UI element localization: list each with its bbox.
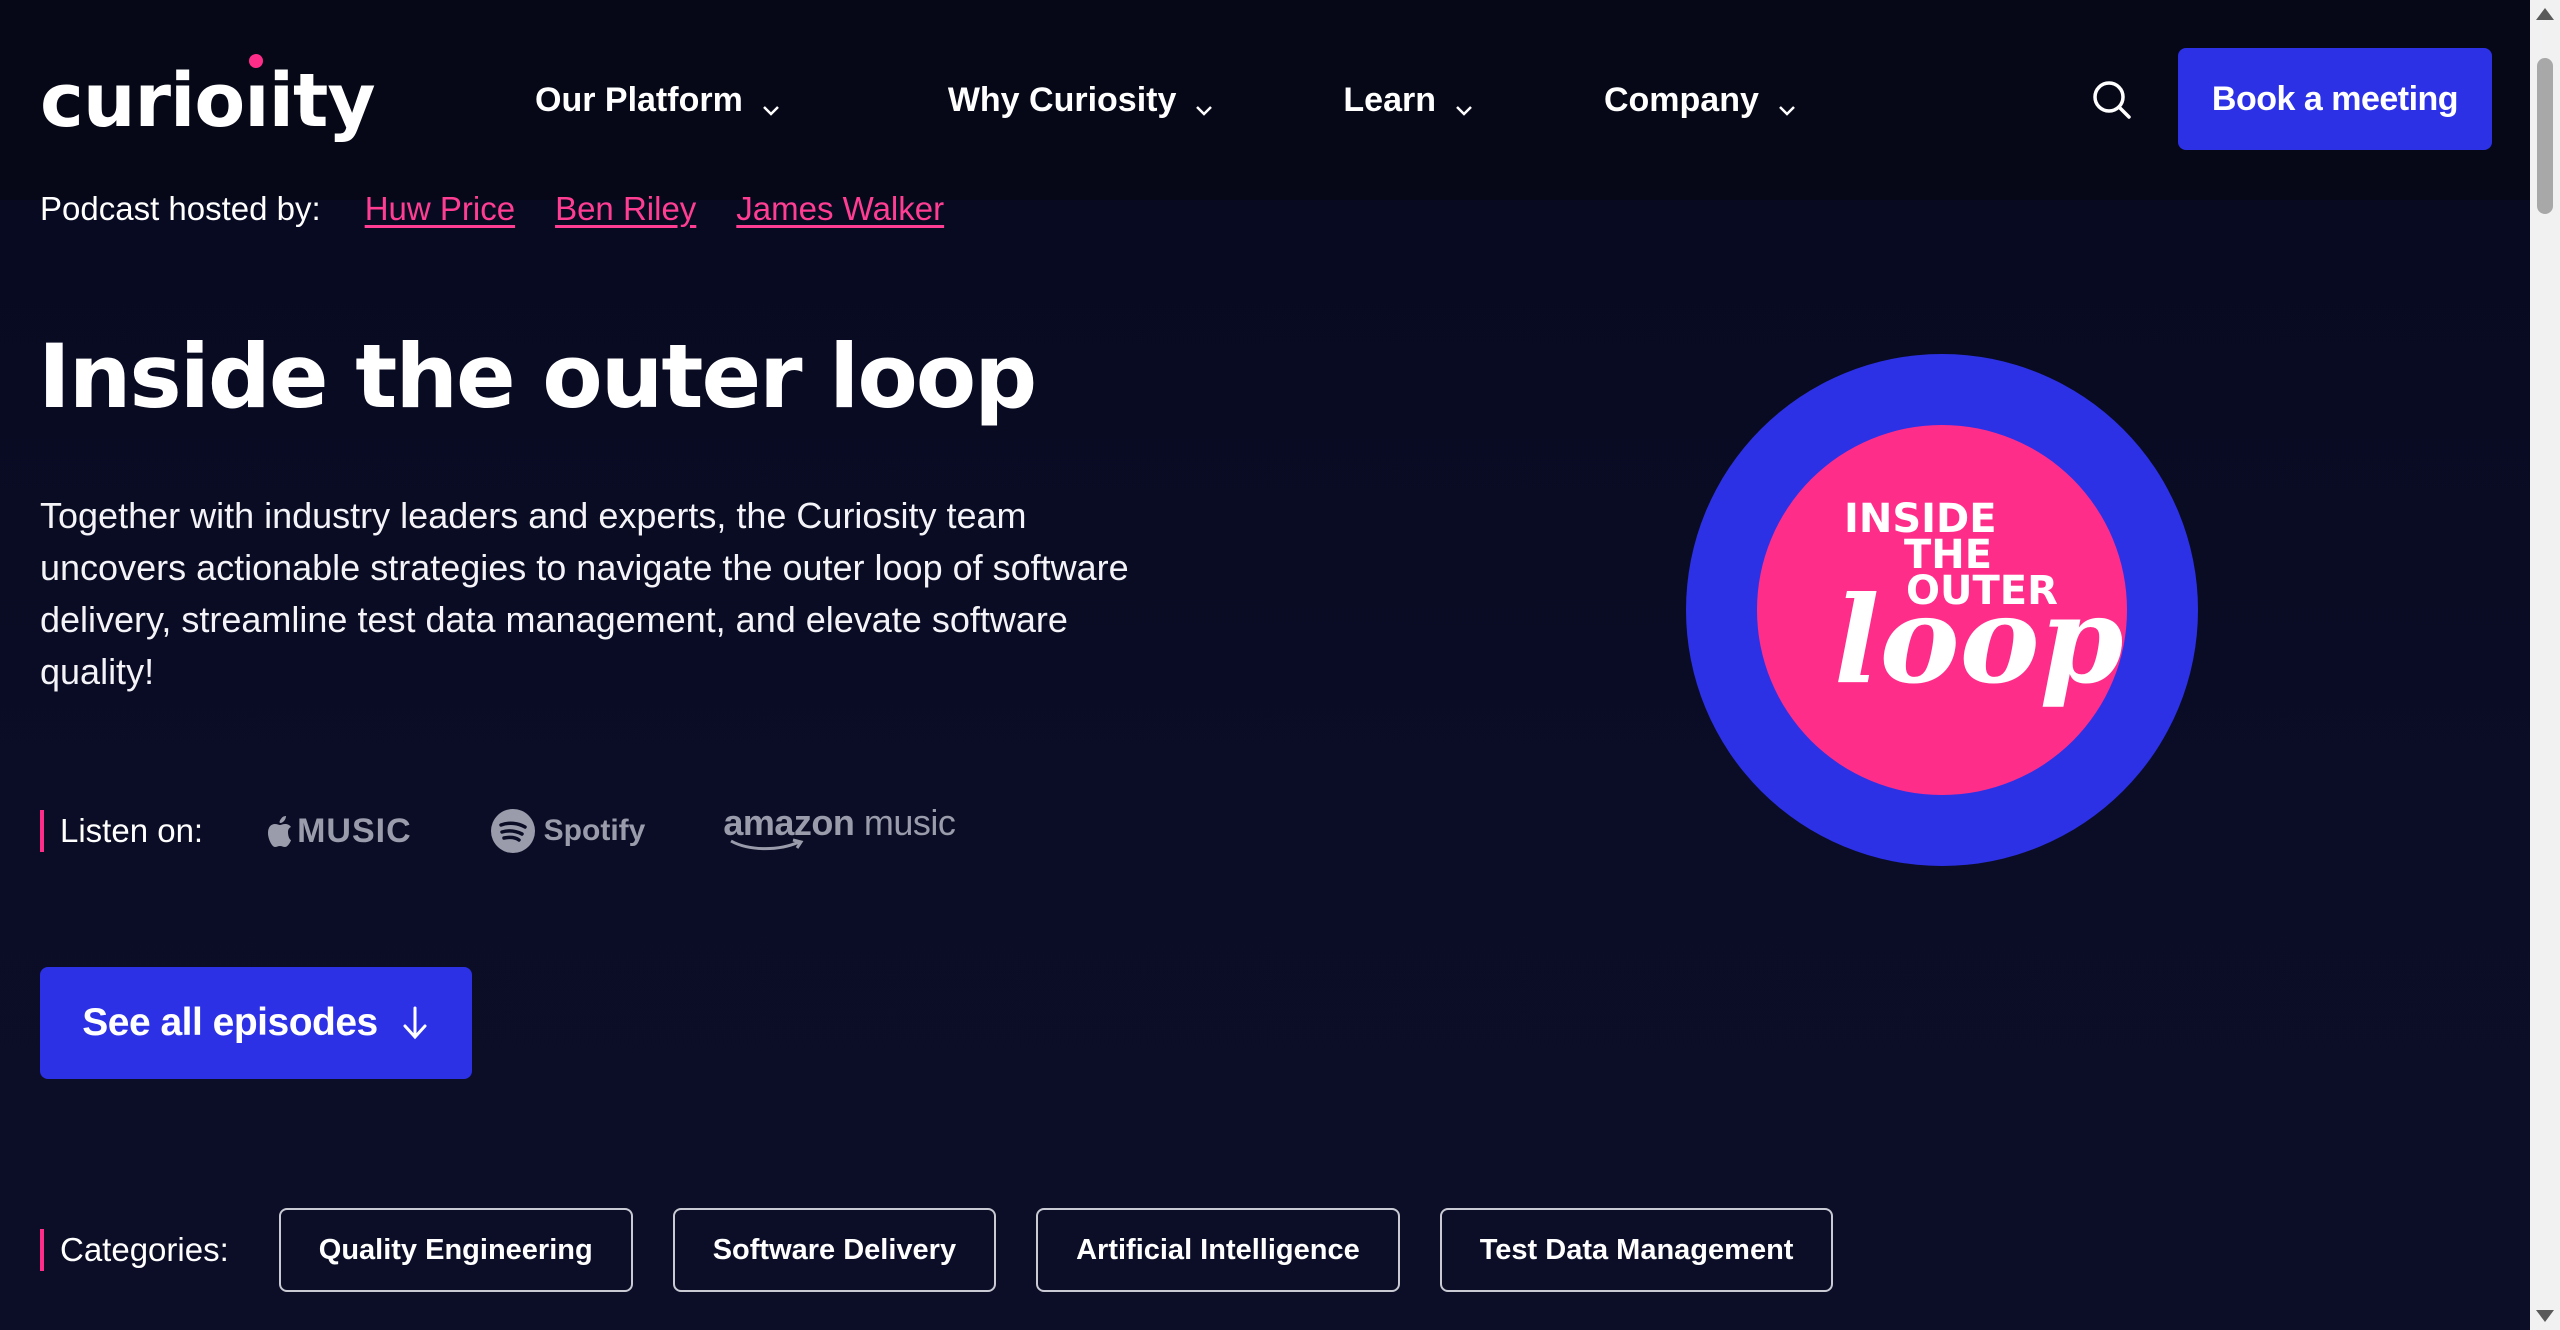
accent-bar [40,810,44,852]
site-header: curio ıity Our Platform Why Curiosity Lea… [0,0,2530,200]
amazon-music-link[interactable]: amazon music [723,802,956,852]
chevron-down-icon [1194,90,1214,116]
amazon-smile-icon [730,838,804,851]
categories-label: Categories: [60,1231,229,1268]
nav-why-curiosity[interactable]: Why Curiosity [948,72,1215,128]
scroll-down-arrow-icon[interactable] [2536,1310,2554,1322]
main-nav: Our Platform Why Curiosity Learn Company [535,72,1797,128]
apple-music-link[interactable]: MUSIC [267,812,412,851]
book-meeting-button[interactable]: Book a meeting [2178,48,2492,150]
listen-label: Listen on: [60,812,204,849]
chevron-down-icon [1454,90,1474,116]
logo-text-end: ity [268,58,376,144]
listen-on-row: Listen on: MUSIC Spotify amazon music [40,802,1033,854]
scrollbar[interactable] [2530,0,2560,1330]
apple-icon [268,816,292,847]
chevron-down-icon [761,90,781,116]
see-all-episodes-label: See all episodes [82,1001,378,1044]
page-title: Inside the outer loop [38,325,1037,428]
nav-label: Our Platform [535,80,743,119]
spotify-text: Spotify [543,814,646,847]
host-link-ben-riley[interactable]: Ben Riley [555,190,696,228]
scroll-up-arrow-icon[interactable] [2536,8,2554,20]
curiosity-logo[interactable]: curio ıity [40,54,376,146]
see-all-episodes-button[interactable]: See all episodes [40,967,472,1079]
nav-company[interactable]: Company [1604,72,1797,128]
host-link-james-walker[interactable]: James Walker [736,190,944,228]
spotify-link[interactable]: Spotify [490,808,646,854]
apple-music-text: MUSIC [297,811,412,850]
scroll-thumb[interactable] [2537,58,2553,214]
nav-label: Learn [1343,80,1436,119]
podcast-hosts: Podcast hosted by: Huw Price Ben Riley J… [40,190,984,228]
spotify-icon [490,809,535,853]
nav-label: Why Curiosity [947,80,1177,119]
logo-pink-dot [249,54,264,68]
podcast-cover-art: INSIDE THE OUTER loop [1684,352,2200,868]
podcast-description: Together with industry leaders and exper… [40,495,1129,692]
podcast-cover-svg: INSIDE THE OUTER loop [1686,354,2198,866]
nav-our-platform[interactable]: Our Platform [535,72,781,128]
nav-label: Company [1603,80,1759,119]
hosts-label: Podcast hosted by: [40,190,321,227]
search-icon[interactable] [2090,78,2134,122]
nav-learn[interactable]: Learn [1343,72,1474,128]
art-text-loop: loop [1834,570,2124,711]
logo-text-start: curio [40,58,245,144]
chevron-down-icon [1777,90,1797,116]
category-test-data-management[interactable]: Test Data Management [1439,1208,1834,1292]
host-link-huw-price[interactable]: Huw Price [365,190,515,228]
logo-dotted-letter: ı [244,54,270,146]
category-software-delivery[interactable]: Software Delivery [672,1208,997,1292]
music-text: music [863,802,956,843]
accent-bar [40,1229,44,1271]
page: curio ıity Our Platform Why Curiosity Lea… [0,0,2560,1330]
amazon-text: amazon [723,802,855,843]
categories-row: Categories: Quality Engineering Software… [40,1208,1873,1292]
category-quality-engineering[interactable]: Quality Engineering [278,1208,633,1292]
category-artificial-intelligence[interactable]: Artificial Intelligence [1036,1208,1400,1292]
arrow-down-icon [403,1006,427,1040]
